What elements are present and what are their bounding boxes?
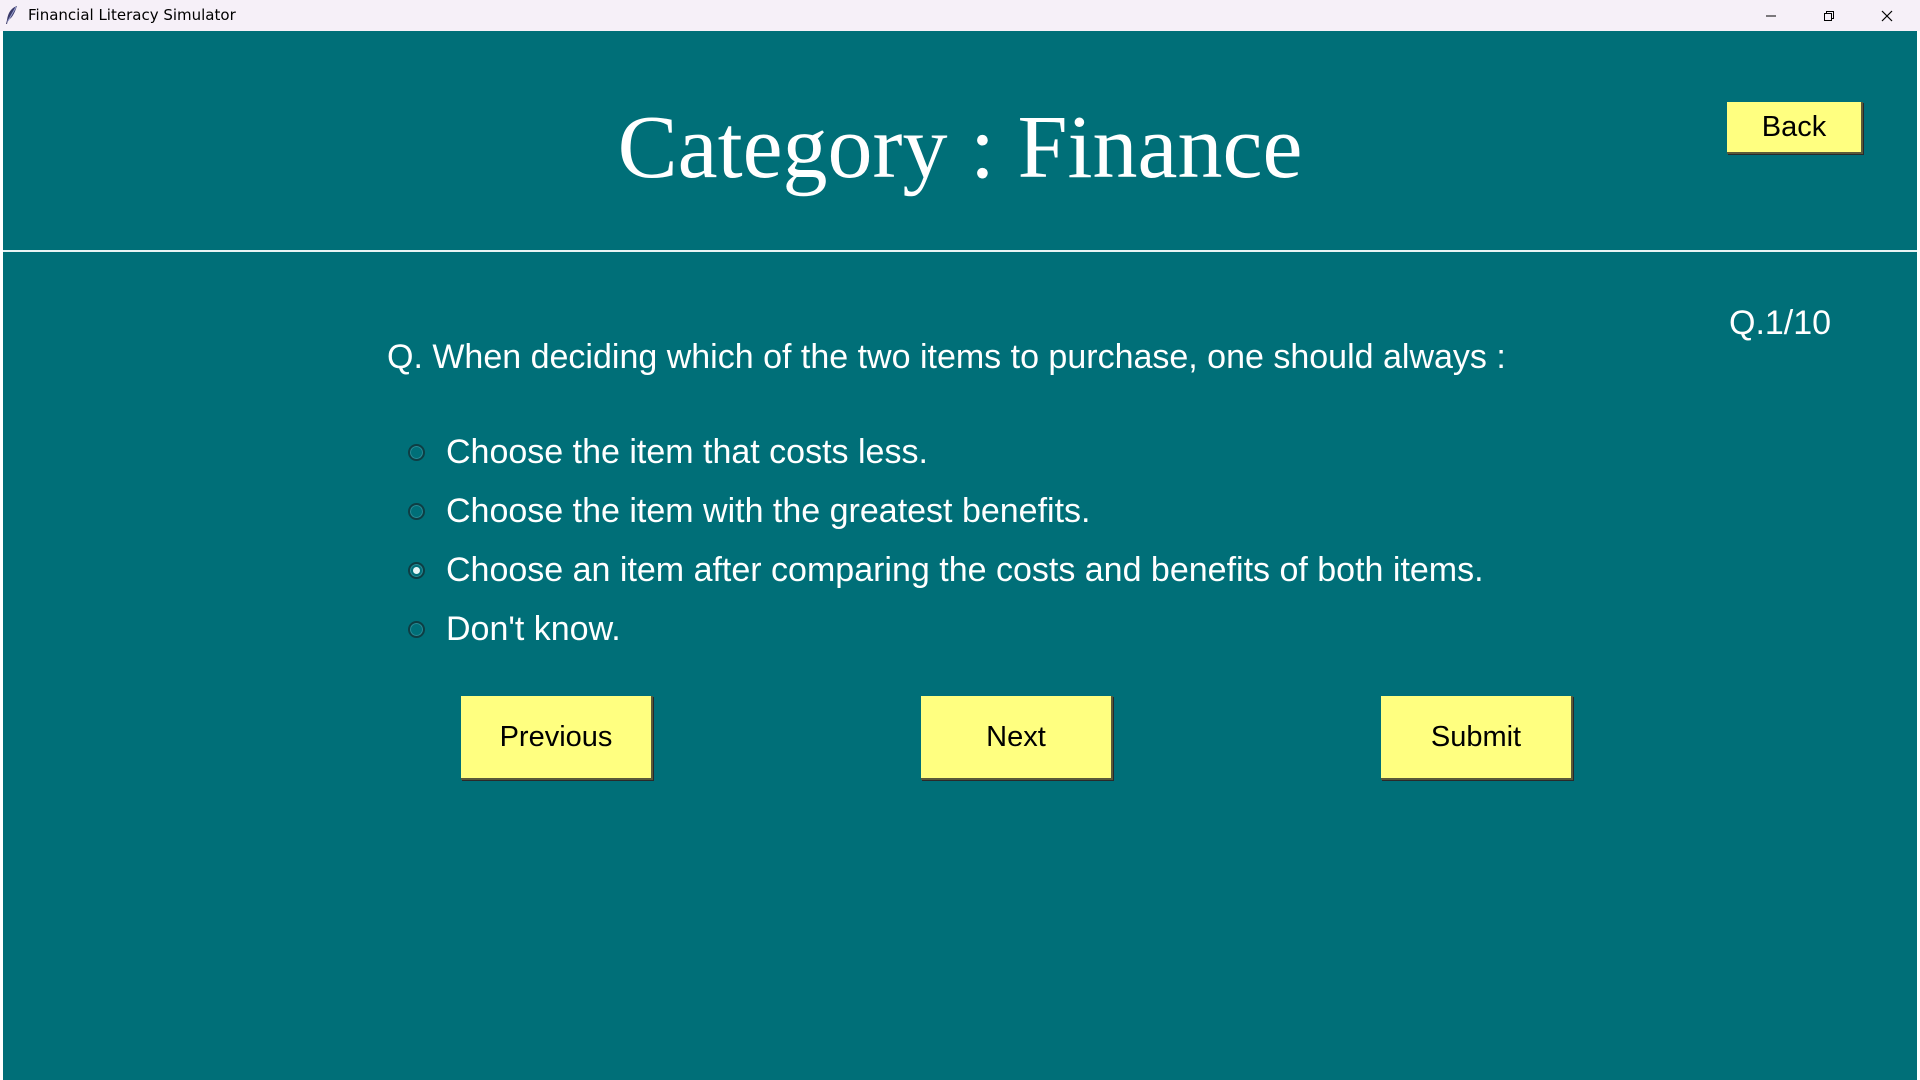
- title-bar: Financial Literacy Simulator: [0, 0, 1920, 31]
- answer-option-label: Choose the item that costs less.: [446, 432, 928, 471]
- feather-icon: [6, 6, 17, 24]
- restore-button[interactable]: [1800, 0, 1858, 31]
- answer-option-label: Don't know.: [446, 609, 621, 648]
- answer-option[interactable]: Choose an item after comparing the costs…: [408, 548, 1484, 592]
- radio-button[interactable]: [408, 620, 425, 638]
- answer-option[interactable]: Choose the item with the greatest benefi…: [408, 489, 1090, 533]
- close-icon: [1881, 10, 1893, 21]
- answer-option[interactable]: Choose the item that costs less.: [408, 430, 928, 474]
- radio-button[interactable]: [408, 443, 425, 461]
- back-button[interactable]: Back: [1727, 102, 1863, 154]
- radio-button[interactable]: [408, 502, 425, 520]
- minimize-button[interactable]: [1742, 0, 1800, 31]
- previous-button[interactable]: Previous: [461, 696, 653, 780]
- page-title: Category : Finance: [617, 98, 1303, 197]
- submit-button[interactable]: Submit: [1381, 696, 1573, 780]
- radio-button[interactable]: [408, 561, 425, 579]
- minimize-icon: [1766, 15, 1776, 16]
- answer-option-label: Choose the item with the greatest benefi…: [446, 491, 1091, 530]
- question-counter: Q.1/10: [1729, 304, 1832, 342]
- question-text: Q. When deciding which of the two items …: [387, 338, 1506, 376]
- header-divider: [3, 250, 1917, 252]
- answer-option-label: Choose an item after comparing the costs…: [446, 550, 1484, 589]
- next-button[interactable]: Next: [921, 696, 1113, 780]
- restore-icon: [1824, 10, 1834, 21]
- window-title: Financial Literacy Simulator: [28, 6, 236, 24]
- answer-option[interactable]: Don't know.: [408, 607, 621, 651]
- close-button[interactable]: [1858, 0, 1916, 31]
- quiz-screen: Category : Finance Back Q.1/10 Q. When d…: [3, 31, 1917, 1080]
